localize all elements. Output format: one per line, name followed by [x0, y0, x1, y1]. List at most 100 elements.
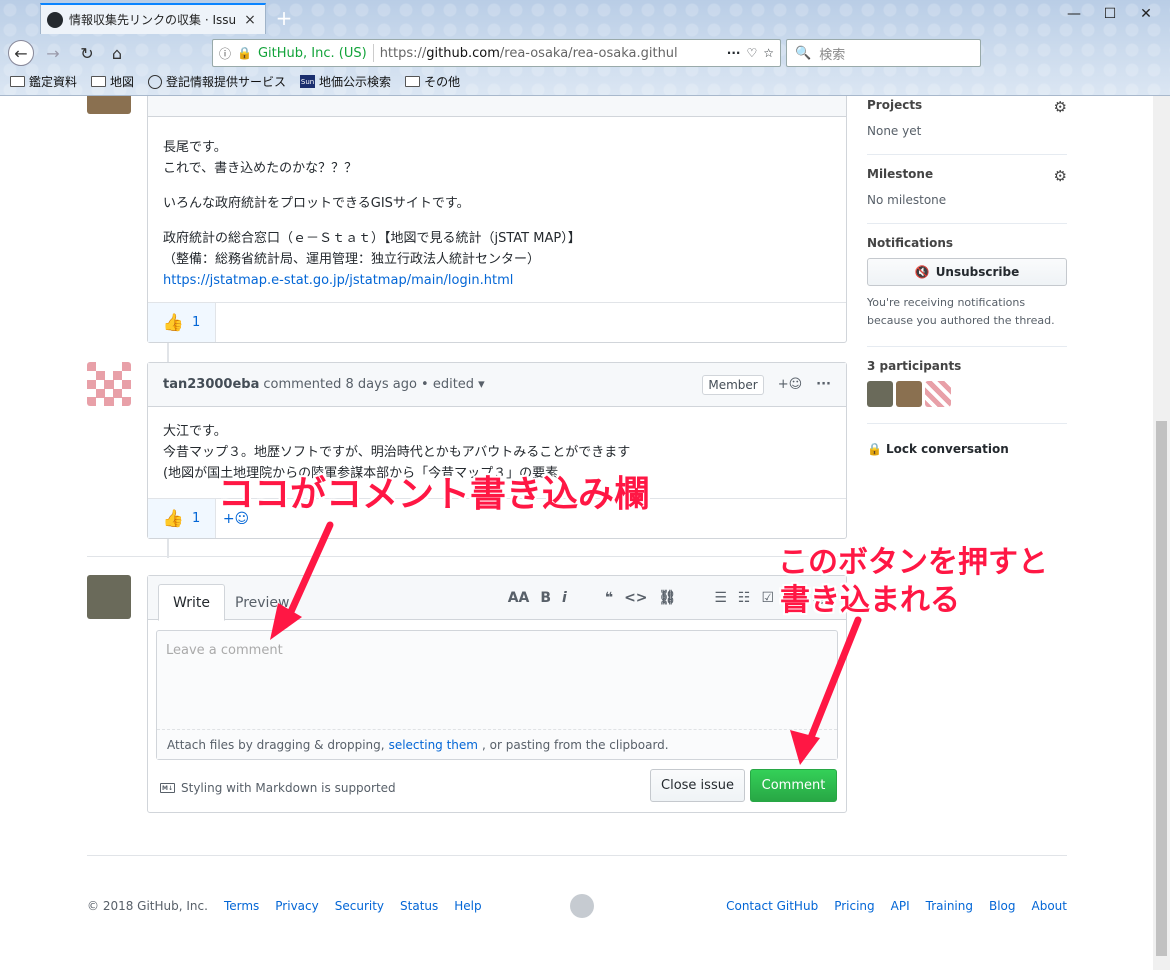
comment-line: 長尾です。 [163, 140, 227, 155]
comment-author[interactable]: tan23000eba [163, 377, 259, 392]
pocket-icon[interactable]: ♡ [746, 46, 757, 60]
footer-link[interactable]: Pricing [834, 899, 874, 913]
search-bar[interactable]: 🔍 検索 [786, 39, 981, 67]
footer-link[interactable]: Terms [224, 899, 259, 913]
footer-link[interactable]: Privacy [275, 899, 318, 913]
folder-icon [10, 76, 25, 87]
comment-paragraph: いろんな政府統計をプロットできるGISサイトです。 [163, 196, 470, 211]
info-icon[interactable]: ⓘ [219, 45, 231, 62]
comment-textarea[interactable]: Leave a comment Attach files by dragging… [156, 630, 838, 760]
task-list-icon[interactable]: ☑ [761, 590, 774, 606]
bookmarks-bar: 鑑定資料 地図 登記情報提供サービス Sun 地価公示検索 その他 [10, 73, 460, 90]
thumbs-up-reaction[interactable]: 👍 1 [148, 499, 216, 538]
footer-link[interactable]: Training [926, 899, 973, 913]
maximize-icon[interactable]: ☐ [1096, 4, 1124, 24]
code-icon[interactable]: <> [624, 590, 647, 606]
lock-conversation[interactable]: 🔒 Lock conversation [867, 424, 1067, 456]
issue-sidebar: Projects ⚙ None yet Milestone ⚙ No milesto… [867, 96, 1067, 456]
minimize-icon[interactable]: — [1060, 4, 1088, 24]
avatar[interactable] [87, 362, 131, 406]
reaction-count: 1 [191, 315, 201, 330]
footer-link[interactable]: Blog [989, 899, 1016, 913]
footer-link[interactable]: Status [400, 899, 438, 913]
url-bar[interactable]: ⓘ 🔒 GitHub, Inc. (US) https://github.com… [212, 39, 781, 67]
heading-icon[interactable]: AA [508, 590, 530, 606]
footer-link[interactable]: About [1032, 899, 1067, 913]
bookmark-star-icon[interactable]: ☆ [763, 46, 774, 60]
comment-card: 長尾です。これで、書き込めたのかな？？？ いろんな政府統計をプロットできるGIS… [147, 96, 847, 343]
quote-icon[interactable]: ❝ [605, 590, 613, 606]
milestone-label[interactable]: Milestone [867, 167, 933, 185]
participants-section: 3 participants [867, 347, 1067, 424]
unsubscribe-label: Unsubscribe [935, 265, 1020, 279]
comment-link[interactable]: https://jstatmap.e-stat.go.jp/jstatmap/m… [163, 273, 513, 288]
link-icon[interactable]: ⛓ [659, 590, 677, 606]
comment-line: 政府統計の総合窓口（ｅ－Ｓｔａｔ）【地図で見る統計（jSTAT MAP）】 [163, 231, 581, 246]
forward-button[interactable]: → [40, 40, 66, 66]
avatar[interactable] [87, 575, 131, 619]
markdown-note[interactable]: M↓ Styling with Markdown is supported [160, 781, 396, 795]
home-button[interactable]: ⌂ [104, 40, 130, 66]
comment-line: これで、書き込めたのかな？？？ [163, 161, 358, 176]
bookmark-item[interactable]: 鑑定資料 [10, 73, 77, 90]
add-reaction-icon[interactable]: +☺ [778, 377, 802, 392]
search-icon: 🔍 [795, 45, 812, 61]
copyright: © 2018 GitHub, Inc. [87, 899, 208, 913]
search-placeholder: 検索 [819, 47, 846, 63]
member-badge: Member [702, 374, 764, 395]
participant-avatar[interactable] [896, 381, 922, 407]
window-close-icon[interactable]: ✕ [1132, 4, 1160, 24]
url-text[interactable]: https://github.com/rea-osaka/rea-osaka.g… [380, 46, 721, 61]
comment-button[interactable]: Comment [750, 769, 837, 802]
thumbs-up-icon: 👍 [162, 508, 184, 529]
avatar[interactable] [87, 96, 131, 114]
comment-body: 長尾です。これで、書き込めたのかな？？？ いろんな政府統計をプロットできるGIS… [148, 117, 846, 319]
unsubscribe-button[interactable]: 🔇 Unsubscribe [867, 258, 1067, 286]
comment-header: tan23000eba commented 8 days ago • edite… [148, 363, 846, 407]
comment-meta[interactable]: commented 8 days ago • edited ▾ [263, 377, 484, 392]
page-scrollbar[interactable] [1153, 96, 1170, 970]
gear-icon[interactable]: ⚙ [1054, 98, 1067, 116]
bookmark-item[interactable]: 登記情報提供サービス [148, 73, 286, 90]
footer-link[interactable]: Security [335, 899, 384, 913]
italic-icon[interactable]: i [562, 590, 567, 606]
markdown-icon: M↓ [160, 783, 175, 793]
lock-icon: 🔒 [237, 46, 252, 60]
back-button[interactable]: ← [8, 40, 34, 66]
browser-tab[interactable]: 情報収集先リンクの収集 · Issue × [40, 3, 266, 34]
participant-avatar[interactable] [867, 381, 893, 407]
page-actions-icon[interactable]: ··· [727, 46, 741, 60]
bold-icon[interactable]: B [540, 590, 551, 606]
thumbs-up-reaction[interactable]: 👍 1 [148, 303, 216, 342]
tab-close-icon[interactable]: × [241, 12, 259, 28]
numbered-list-icon[interactable]: ☷ [738, 590, 751, 606]
bookmark-item[interactable]: Sun 地価公示検索 [300, 73, 391, 90]
bullet-list-icon[interactable]: ☰ [714, 590, 727, 606]
globe-icon [148, 74, 163, 89]
tab-write[interactable]: Write [158, 584, 225, 621]
participant-avatar[interactable] [925, 381, 951, 407]
file-drop-zone[interactable]: Attach files by dragging & dropping, sel… [157, 729, 837, 759]
close-issue-button[interactable]: Close issue [650, 769, 745, 802]
bookmark-item[interactable]: その他 [405, 73, 460, 90]
reload-button[interactable]: ↻ [74, 40, 100, 66]
new-tab-button[interactable]: + [272, 6, 296, 30]
comment-tabs: Write Preview AA B i ❝ <> ⛓ ☰ ☷ ☑ @ [148, 576, 846, 621]
thumbs-up-icon: 👍 [162, 312, 184, 333]
github-logo-icon[interactable] [570, 894, 594, 918]
scrollbar-thumb[interactable] [1156, 421, 1167, 956]
bookmark-label: 地図 [110, 75, 135, 89]
gear-icon[interactable]: ⚙ [1054, 167, 1067, 185]
comment-header [148, 96, 846, 117]
footer-right: Contact GitHub Pricing API Training Blog… [726, 899, 1067, 913]
notifications-label: Notifications [867, 236, 954, 250]
footer-link[interactable]: API [891, 899, 910, 913]
footer-link[interactable]: Help [454, 899, 481, 913]
select-files-link[interactable]: selecting them [389, 738, 478, 752]
tab-preview[interactable]: Preview [221, 584, 304, 621]
footer-link[interactable]: Contact GitHub [726, 899, 818, 913]
bookmark-item[interactable]: 地図 [91, 73, 134, 90]
lock-label: Lock conversation [885, 442, 1009, 456]
more-options-icon[interactable]: ··· [816, 377, 831, 392]
projects-label[interactable]: Projects [867, 98, 922, 116]
